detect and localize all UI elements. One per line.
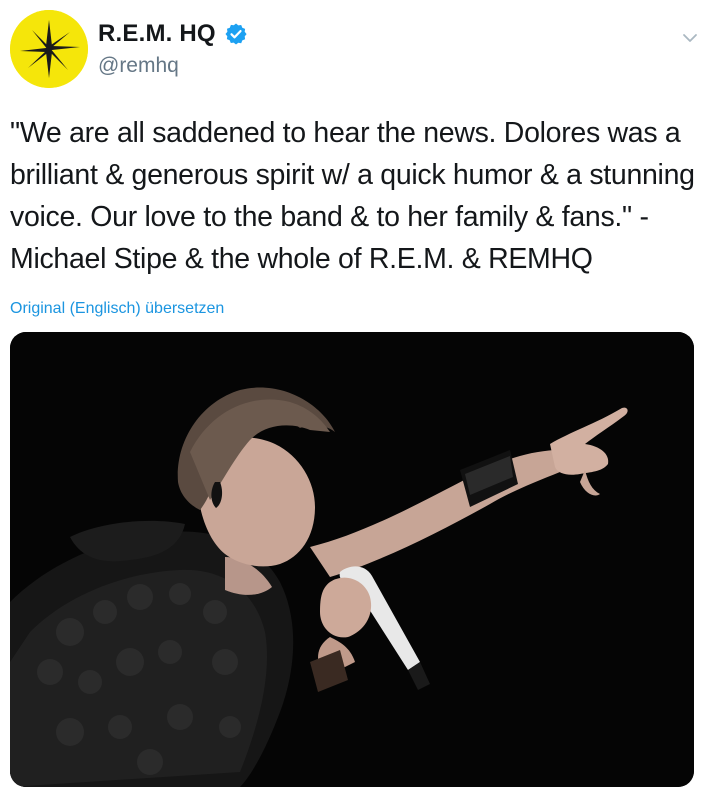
rem-star-logo-icon	[10, 10, 88, 88]
tweet-text-line: voice. Our love to the band & to her fam…	[10, 201, 649, 233]
user-names: R.E.M. HQ @remhq	[98, 20, 248, 78]
singer-photo	[10, 332, 694, 787]
tweet-text-line: Michael Stipe & the whole of R.E.M. & RE…	[10, 243, 593, 275]
avatar[interactable]	[10, 10, 88, 88]
translate-link[interactable]: Original (Englisch) übersetzen	[10, 300, 224, 318]
verified-badge-icon	[224, 22, 248, 46]
display-name[interactable]: R.E.M. HQ	[98, 20, 216, 48]
tweet-text-line: "We are all saddened to hear the news. D…	[10, 117, 681, 149]
tweet-text-line: brilliant & generous spirit w/ a quick h…	[10, 159, 695, 191]
tweet-card: R.E.M. HQ @remhq "We are all saddened to…	[0, 0, 713, 801]
chevron-down-icon[interactable]	[680, 28, 700, 48]
user-handle[interactable]: @remhq	[98, 54, 248, 78]
tweet-header: R.E.M. HQ @remhq	[10, 10, 700, 90]
tweet-photo[interactable]	[10, 332, 694, 787]
tweet-text: "We are all saddened to hear the news. D…	[10, 112, 700, 280]
